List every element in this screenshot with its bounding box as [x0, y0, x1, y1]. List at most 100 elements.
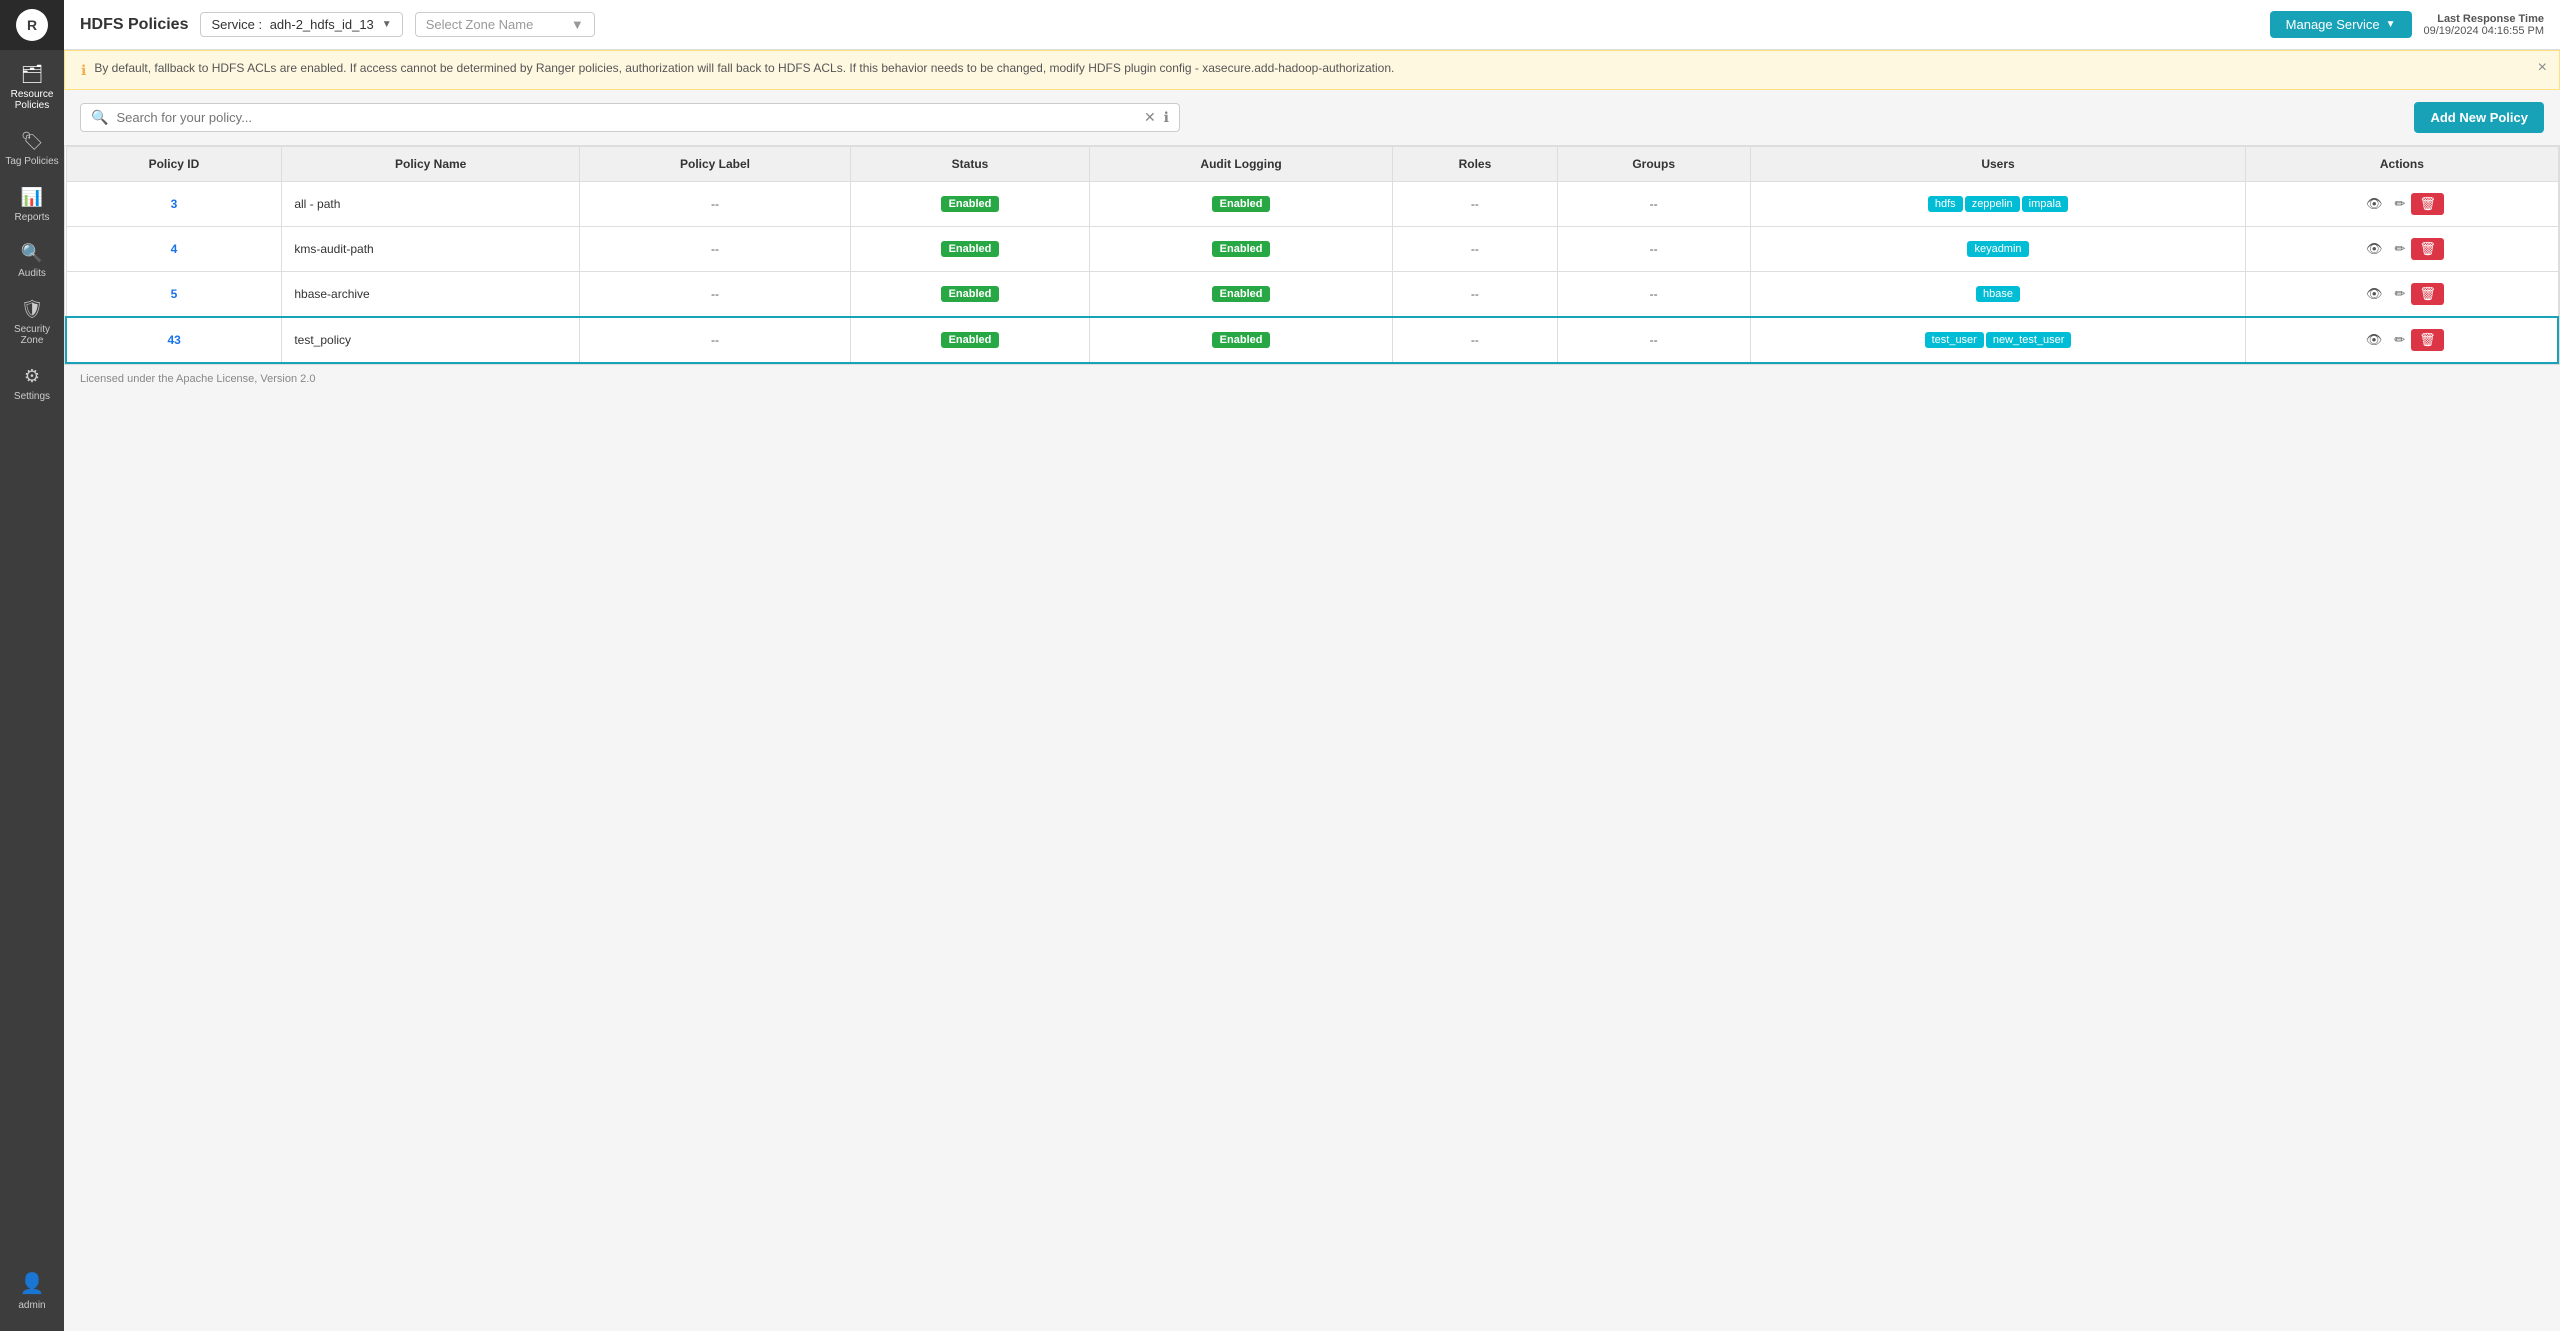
roles-cell: -- — [1393, 272, 1558, 318]
table-row: 43test_policy--EnabledEnabled----test_us… — [66, 317, 2558, 363]
policy-label-cell: -- — [580, 317, 851, 363]
header: HDFS Policies Service : adh-2_hdfs_id_13… — [64, 0, 2560, 50]
last-response-time: Last Response Time 09/19/2024 04:16:55 P… — [2424, 13, 2544, 37]
audit-logging-cell: Enabled — [1089, 272, 1392, 318]
policy-name-cell: hbase-archive — [282, 272, 580, 318]
alert-banner: ℹ By default, fallback to HDFS ACLs are … — [64, 50, 2560, 90]
delete-button[interactable]: 🗑 — [2411, 193, 2444, 215]
policy-label-cell: -- — [580, 272, 851, 318]
reports-icon: 📊 — [21, 187, 43, 208]
app-logo[interactable]: R — [0, 0, 64, 50]
roles-cell: -- — [1393, 317, 1558, 363]
col-users: Users — [1750, 147, 2246, 182]
manage-service-label: Manage Service — [2286, 17, 2380, 32]
user-tag: hbase — [1976, 286, 2020, 302]
edit-button[interactable]: ✏ — [2388, 192, 2411, 216]
col-actions: Actions — [2246, 147, 2558, 182]
user-profile[interactable]: 👤 admin — [0, 1261, 64, 1321]
status-badge: Enabled — [941, 286, 1000, 302]
policy-name-cell: kms-audit-path — [282, 227, 580, 272]
user-avatar-icon: 👤 — [20, 1271, 45, 1296]
col-audit-logging: Audit Logging — [1089, 147, 1392, 182]
col-roles: Roles — [1393, 147, 1558, 182]
delete-button[interactable]: 🗑 — [2411, 283, 2444, 305]
sidebar: R 🗂 Resource Policies 🏷 Tag Policies 📊 R… — [0, 0, 64, 1331]
policy-id-link[interactable]: 43 — [167, 333, 180, 347]
search-info-icon[interactable]: ℹ — [1164, 109, 1169, 126]
delete-button[interactable]: 🗑 — [2411, 329, 2444, 351]
status-badge: Enabled — [941, 241, 1000, 257]
tag-policies-icon: 🏷 — [21, 131, 44, 152]
status-badge: Enabled — [941, 332, 1000, 348]
last-response-value: 09/19/2024 04:16:55 PM — [2424, 25, 2544, 37]
audit-logging-badge: Enabled — [1212, 332, 1271, 348]
search-clear-icon[interactable]: ✕ — [1144, 109, 1156, 126]
audit-logging-badge: Enabled — [1212, 241, 1271, 257]
users-cell: hdfszeppelinimpala — [1750, 182, 2246, 227]
view-button[interactable]: 👁 — [2360, 192, 2389, 216]
sidebar-item-label: Reports — [14, 212, 49, 223]
toolbar: 🔍 ✕ ℹ Add New Policy — [64, 90, 2560, 145]
search-icon: 🔍 — [91, 109, 108, 126]
manage-service-button[interactable]: Manage Service ▼ — [2270, 11, 2412, 38]
search-input[interactable] — [116, 110, 1136, 125]
sidebar-item-label: Tag Policies — [5, 156, 58, 167]
edit-button[interactable]: ✏ — [2388, 328, 2411, 352]
alert-icon: ℹ — [81, 62, 86, 79]
users-cell: test_usernew_test_user — [1750, 317, 2246, 363]
service-dropdown[interactable]: Service : adh-2_hdfs_id_13 ▼ — [200, 12, 402, 37]
user-tag: hdfs — [1928, 196, 1963, 212]
sidebar-item-reports[interactable]: 📊 Reports — [0, 177, 64, 233]
policy-label-cell: -- — [580, 182, 851, 227]
settings-icon: ⚙ — [24, 366, 40, 387]
policy-table: Policy ID Policy Name Policy Label Statu… — [65, 146, 2559, 364]
resource-policies-icon: 🗂 — [21, 64, 44, 85]
audit-logging-badge: Enabled — [1212, 196, 1271, 212]
sidebar-item-settings[interactable]: ⚙ Settings — [0, 356, 64, 412]
edit-button[interactable]: ✏ — [2388, 237, 2411, 261]
sidebar-item-label: Settings — [14, 391, 50, 402]
sidebar-item-audits[interactable]: 🔍 Audits — [0, 233, 64, 289]
service-dropdown-arrow: ▼ — [382, 19, 392, 30]
audit-logging-badge: Enabled — [1212, 286, 1271, 302]
alert-message: By default, fallback to HDFS ACLs are en… — [94, 61, 1394, 75]
view-button[interactable]: 👁 — [2360, 282, 2389, 306]
page-title: HDFS Policies — [80, 16, 188, 34]
last-response-label: Last Response Time — [2424, 13, 2544, 25]
main-content: HDFS Policies Service : adh-2_hdfs_id_13… — [64, 0, 2560, 1331]
manage-service-dropdown-arrow: ▼ — [2386, 19, 2396, 30]
view-button[interactable]: 👁 — [2360, 328, 2389, 352]
groups-cell: -- — [1557, 227, 1750, 272]
header-right: Manage Service ▼ Last Response Time 09/1… — [2270, 11, 2544, 38]
zone-dropdown-arrow: ▼ — [571, 17, 584, 32]
edit-button[interactable]: ✏ — [2388, 282, 2411, 306]
add-new-policy-button[interactable]: Add New Policy — [2414, 102, 2544, 133]
policy-id-link[interactable]: 5 — [171, 287, 178, 301]
user-tag: zeppelin — [1965, 196, 2020, 212]
sidebar-item-label: Audits — [18, 268, 46, 279]
sidebar-item-label: Security Zone — [4, 324, 60, 346]
license-link[interactable]: Licensed under the Apache License, Versi… — [80, 373, 315, 385]
user-tag: test_user — [1925, 332, 1984, 348]
alert-close-button[interactable]: × — [2538, 59, 2547, 77]
sidebar-item-security-zone[interactable]: 🛡 Security Zone — [0, 289, 64, 356]
policy-id-link[interactable]: 3 — [171, 197, 178, 211]
policy-name-cell: all - path — [282, 182, 580, 227]
sidebar-item-resource-policies[interactable]: 🗂 Resource Policies — [0, 54, 64, 121]
zone-placeholder: Select Zone Name — [426, 17, 534, 32]
actions-cell: 👁✏🗑 — [2246, 272, 2558, 318]
users-cell: hbase — [1750, 272, 2246, 318]
col-policy-label: Policy Label — [580, 147, 851, 182]
policy-id-link[interactable]: 4 — [171, 242, 178, 256]
zone-dropdown[interactable]: Select Zone Name ▼ — [415, 12, 595, 37]
content-area: ℹ By default, fallback to HDFS ACLs are … — [64, 50, 2560, 1331]
delete-button[interactable]: 🗑 — [2411, 238, 2444, 260]
roles-cell: -- — [1393, 227, 1558, 272]
actions-cell: 👁✏🗑 — [2246, 227, 2558, 272]
view-button[interactable]: 👁 — [2360, 237, 2389, 261]
sidebar-item-tag-policies[interactable]: 🏷 Tag Policies — [0, 121, 64, 177]
policy-name-cell: test_policy — [282, 317, 580, 363]
status-cell: Enabled — [851, 272, 1090, 318]
sidebar-bottom: 👤 admin — [0, 1261, 64, 1331]
actions-cell: 👁✏🗑 — [2246, 317, 2558, 363]
